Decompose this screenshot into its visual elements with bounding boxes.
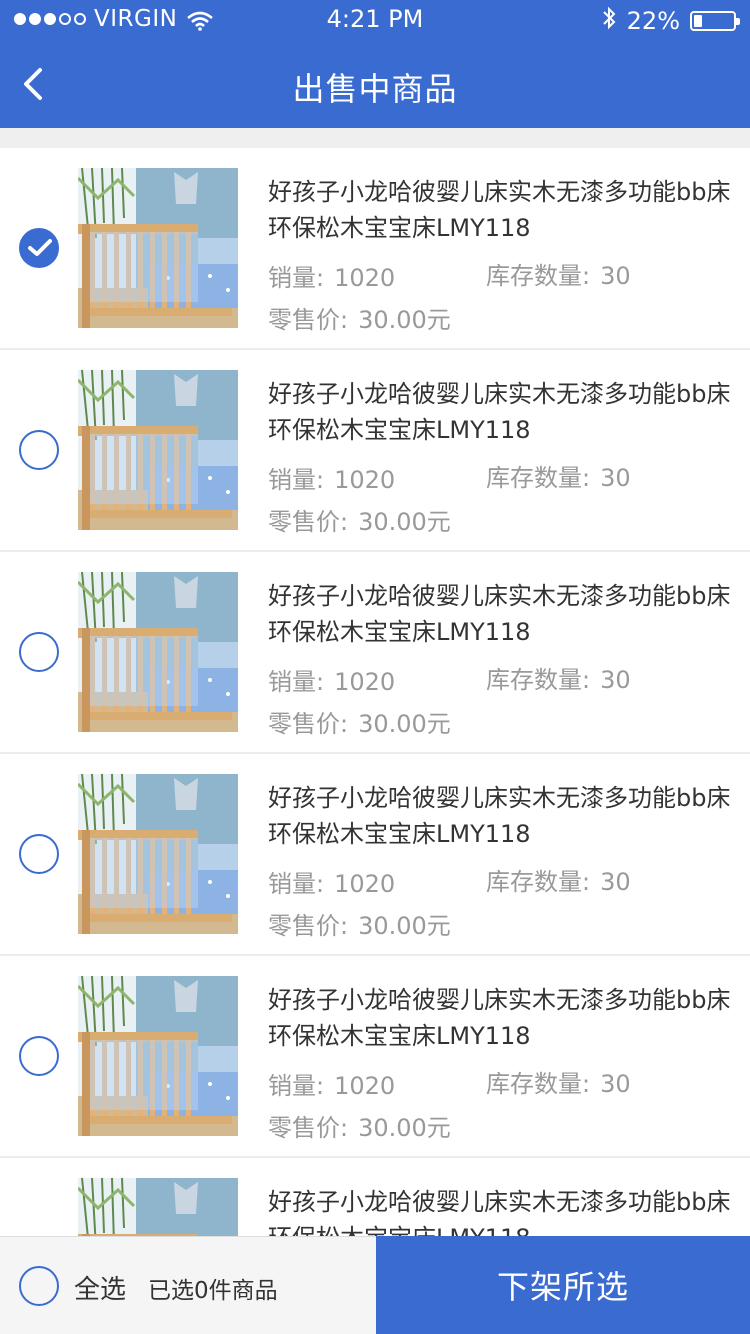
product-name: 好孩子小龙哈彼婴儿床实木无漆多功能bb床环保松木宝宝床LMY118 xyxy=(268,784,731,848)
status-bar: VIRGIN 4:21 PM 22% xyxy=(0,0,750,40)
price-value: 30.00元 xyxy=(358,306,451,334)
product-name: 好孩子小龙哈彼婴儿床实木无漆多功能bb床环保松木宝宝床LMY118 xyxy=(268,1188,731,1236)
product-name: 好孩子小龙哈彼婴儿床实木无漆多功能bb床环保松木宝宝床LMY118 xyxy=(268,986,731,1050)
price-value: 30.00元 xyxy=(358,508,451,536)
price-label: 零售价: xyxy=(268,508,349,536)
retail-price: 零售价: 30.00元 xyxy=(268,704,451,739)
delist-selected-button[interactable]: 下架所选 xyxy=(376,1236,750,1334)
retail-price: 零售价: 30.00元 xyxy=(268,502,451,537)
product-item[interactable]: 好孩子小龙哈彼婴儿床实木无漆多功能bb床环保松木宝宝床LMY118 销量: 1020… xyxy=(0,956,750,1158)
sales-label: 销量: xyxy=(268,1072,325,1100)
select-all-checkbox[interactable] xyxy=(19,1266,59,1306)
stock-value: 30 xyxy=(600,868,631,896)
product-image[interactable] xyxy=(78,168,238,328)
app-header: VIRGIN 4:21 PM 22% 出售中商品 xyxy=(0,0,750,128)
page-title: 出售中商品 xyxy=(292,70,458,108)
product-image[interactable] xyxy=(78,370,238,530)
nav-bar: 出售中商品 xyxy=(0,40,750,128)
sales-count: 销量: 1020 xyxy=(268,662,395,697)
sales-count: 销量: 1020 xyxy=(268,460,395,495)
product-name: 好孩子小龙哈彼婴儿床实木无漆多功能bb床环保松木宝宝床LMY118 xyxy=(268,380,731,444)
sales-value: 1020 xyxy=(334,668,396,696)
sales-value: 1020 xyxy=(334,1072,396,1100)
product-item[interactable]: 好孩子小龙哈彼婴儿床实木无漆多功能bb床环保松木宝宝床LMY118 销量: 1020… xyxy=(0,552,750,754)
product-checkbox[interactable] xyxy=(19,632,59,672)
product-checkbox[interactable] xyxy=(19,834,59,874)
retail-price: 零售价: 30.00元 xyxy=(268,906,451,941)
sales-label: 销量: xyxy=(268,466,325,494)
stock-value: 30 xyxy=(600,666,631,694)
product-image[interactable] xyxy=(78,572,238,732)
sales-count: 销量: 1020 xyxy=(268,258,395,293)
stock-value: 30 xyxy=(600,464,631,492)
battery-level xyxy=(694,15,703,27)
selected-count: 已选0件商品 xyxy=(148,1278,278,1304)
sales-count: 销量: 1020 xyxy=(268,864,395,899)
battery-icon xyxy=(690,11,740,31)
product-image[interactable] xyxy=(78,976,238,1136)
price-label: 零售价: xyxy=(268,1114,349,1142)
sales-value: 1020 xyxy=(334,264,396,292)
product-checkbox[interactable] xyxy=(19,1036,59,1076)
stock-count: 库存数量: 30 xyxy=(486,1064,631,1099)
status-right: 22% xyxy=(601,6,740,36)
bottom-action-bar: 全选 已选0件商品 下架所选 xyxy=(0,1236,750,1334)
select-all-area: 全选 已选0件商品 xyxy=(0,1236,376,1334)
product-item[interactable]: 好孩子小龙哈彼婴儿床实木无漆多功能bb床环保松木宝宝床LMY118 销量: 1020… xyxy=(0,350,750,552)
stock-count: 库存数量: 30 xyxy=(486,660,631,695)
product-list[interactable]: 好孩子小龙哈彼婴儿床实木无漆多功能bb床环保松木宝宝床LMY118 销量: 1020… xyxy=(0,148,750,1236)
battery-percent: 22% xyxy=(626,7,680,35)
stock-label: 库存数量: xyxy=(486,666,591,694)
price-value: 30.00元 xyxy=(358,710,451,738)
price-value: 30.00元 xyxy=(358,1114,451,1142)
price-label: 零售价: xyxy=(268,306,349,334)
stock-label: 库存数量: xyxy=(486,868,591,896)
sales-label: 销量: xyxy=(268,264,325,292)
price-value: 30.00元 xyxy=(358,912,451,940)
stock-label: 库存数量: xyxy=(486,1070,591,1098)
product-image[interactable] xyxy=(78,1178,238,1236)
stock-label: 库存数量: xyxy=(486,464,591,492)
product-item[interactable]: 好孩子小龙哈彼婴儿床实木无漆多功能bb床环保松木宝宝床LMY118 销量: 1020… xyxy=(0,754,750,956)
stock-count: 库存数量: 30 xyxy=(486,256,631,291)
price-label: 零售价: xyxy=(268,710,349,738)
stock-label: 库存数量: xyxy=(486,262,591,290)
sales-value: 1020 xyxy=(334,466,396,494)
sales-label: 销量: xyxy=(268,870,325,898)
checkmark-icon xyxy=(28,239,52,256)
retail-price: 零售价: 30.00元 xyxy=(268,1108,451,1143)
bluetooth-icon xyxy=(601,6,617,36)
stock-count: 库存数量: 30 xyxy=(486,458,631,493)
product-item[interactable]: 好孩子小龙哈彼婴儿床实木无漆多功能bb床环保松木宝宝床LMY118 销量: 1020… xyxy=(0,148,750,350)
stock-value: 30 xyxy=(600,262,631,290)
product-name: 好孩子小龙哈彼婴儿床实木无漆多功能bb床环保松木宝宝床LMY118 xyxy=(268,178,731,242)
stock-count: 库存数量: 30 xyxy=(486,862,631,897)
sales-count: 销量: 1020 xyxy=(268,1066,395,1101)
price-label: 零售价: xyxy=(268,912,349,940)
product-name: 好孩子小龙哈彼婴儿床实木无漆多功能bb床环保松木宝宝床LMY118 xyxy=(268,582,731,646)
sales-label: 销量: xyxy=(268,668,325,696)
retail-price: 零售价: 30.00元 xyxy=(268,300,451,335)
product-image[interactable] xyxy=(78,774,238,934)
product-checkbox[interactable] xyxy=(19,228,59,268)
sales-value: 1020 xyxy=(334,870,396,898)
stock-value: 30 xyxy=(600,1070,631,1098)
select-all-label[interactable]: 全选 xyxy=(74,1269,126,1306)
product-item[interactable]: 好孩子小龙哈彼婴儿床实木无漆多功能bb床环保松木宝宝床LMY118销量:1020… xyxy=(0,1158,750,1236)
product-checkbox[interactable] xyxy=(19,430,59,470)
